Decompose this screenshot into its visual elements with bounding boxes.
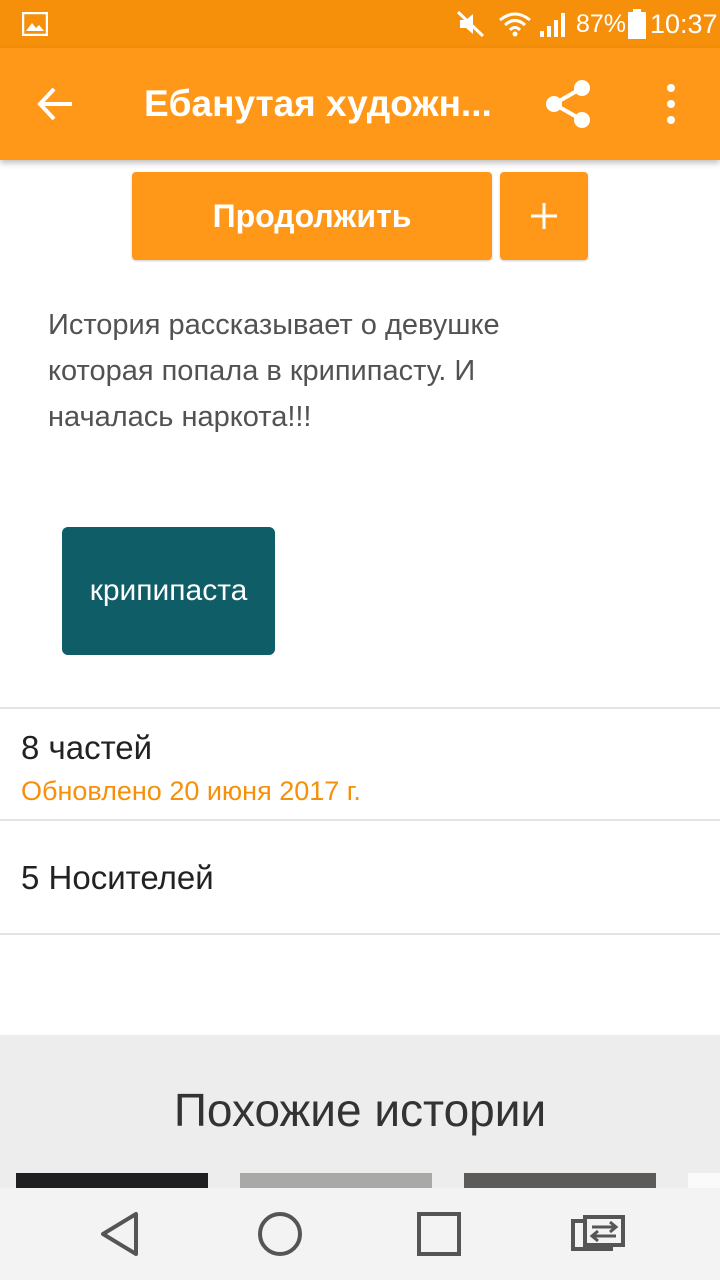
mute-icon bbox=[456, 10, 485, 38]
divider bbox=[0, 933, 720, 935]
add-to-library-button[interactable] bbox=[500, 172, 588, 260]
updated-date: Обновлено 20 июня 2017 г. bbox=[21, 776, 361, 806]
home-circle-icon[interactable] bbox=[256, 1210, 304, 1258]
tag-chip[interactable]: крипипаста bbox=[62, 527, 275, 655]
parts-count[interactable]: 8 частей bbox=[21, 728, 152, 768]
recents-square-icon[interactable] bbox=[415, 1210, 463, 1258]
battery-icon bbox=[628, 9, 646, 39]
similar-stories-heading: Похожие истории bbox=[173, 1084, 547, 1136]
app-bar: Ебанутая художн... bbox=[0, 48, 720, 160]
story-title: Ебанутая художн... bbox=[144, 83, 492, 124]
back-arrow-icon[interactable] bbox=[36, 84, 76, 124]
status-bar: 87% 10:37 bbox=[0, 0, 720, 48]
readers-count[interactable]: 5 Носителей bbox=[21, 858, 214, 898]
wifi-icon bbox=[499, 12, 531, 37]
gallery-icon bbox=[22, 12, 48, 36]
signal-icon bbox=[540, 13, 565, 37]
plus-icon bbox=[531, 203, 557, 229]
switch-app-icon[interactable] bbox=[570, 1214, 626, 1254]
share-icon[interactable] bbox=[542, 78, 594, 130]
system-nav-bar bbox=[0, 1188, 720, 1280]
more-vert-icon[interactable] bbox=[656, 82, 686, 126]
divider bbox=[0, 707, 720, 709]
continue-button[interactable]: Продолжить bbox=[132, 172, 492, 260]
clock: 10:37 bbox=[650, 9, 718, 39]
back-triangle-icon[interactable] bbox=[98, 1210, 142, 1258]
divider bbox=[0, 819, 720, 821]
story-description: История рассказывает о девушке которая п… bbox=[48, 309, 500, 433]
battery-percent: 87% bbox=[576, 10, 627, 38]
